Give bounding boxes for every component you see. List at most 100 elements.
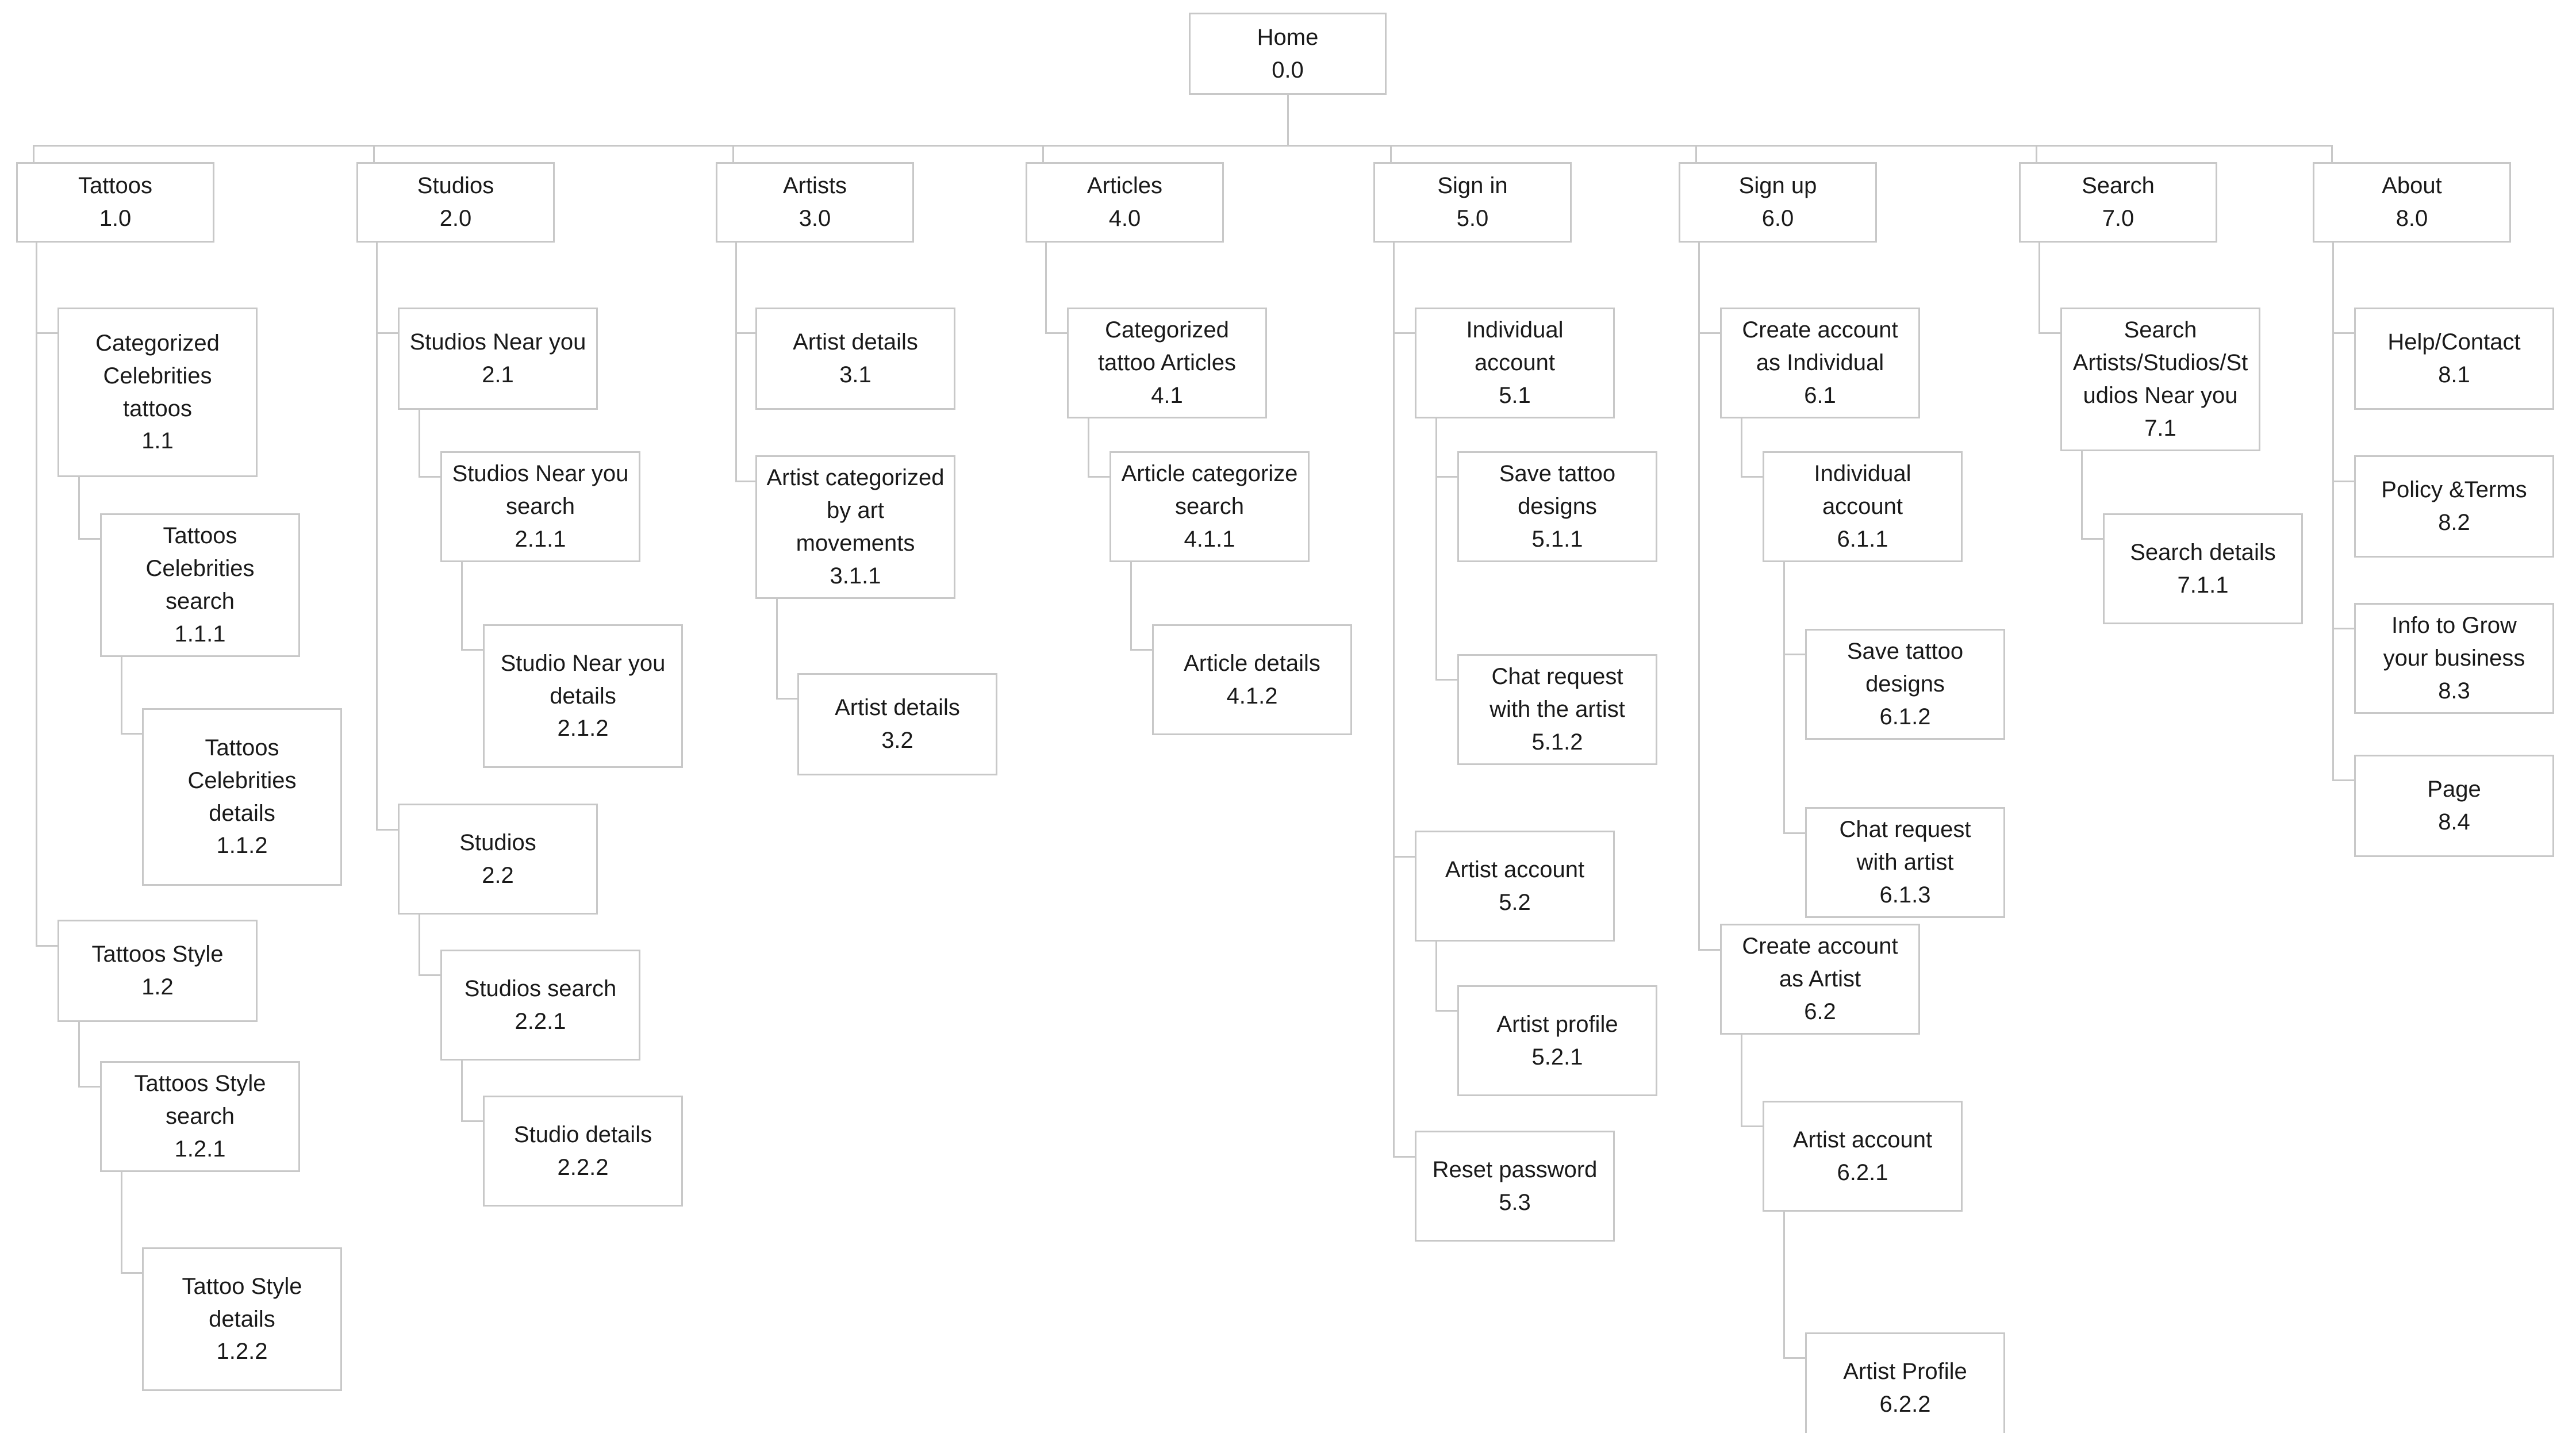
sitemap-node-n3_2[interactable]: Artist details 3.2 xyxy=(797,673,997,775)
node-code: 5.3 xyxy=(1499,1189,1531,1215)
sitemap-node-n1_0[interactable]: Tattoos 1.0 xyxy=(16,162,214,243)
sitemap-node-n5_0[interactable]: Sign in 5.0 xyxy=(1373,162,1572,243)
connector-c5-5_2-v xyxy=(1435,942,1437,1010)
connector-c1-1_1_1-h xyxy=(121,733,142,735)
sitemap-node-n6_1_3[interactable]: Chat request with artist 6.1.3 xyxy=(1805,807,2005,918)
node-label: Tattoos xyxy=(78,173,152,199)
node-code: 6.1.1 xyxy=(1837,526,1888,552)
sitemap-node-n2_1_2[interactable]: Studio Near you details 2.1.2 xyxy=(483,624,683,768)
node-label: Search details xyxy=(2130,539,2276,565)
node-label: Studios Near you xyxy=(409,329,586,355)
node-code: 8.2 xyxy=(2438,510,2470,535)
node-label: Save tattoo designs xyxy=(1499,461,1616,520)
node-code: 1.1 xyxy=(141,428,174,454)
node-code: 2.2.1 xyxy=(515,1008,566,1034)
node-code: 6.0 xyxy=(1761,206,1794,231)
sitemap-node-n1_1_2[interactable]: Tattoos Celebrities details 1.1.2 xyxy=(142,708,342,886)
node-code: 6.2.2 xyxy=(1879,1391,1931,1417)
connector-c6-to-6_2 xyxy=(1698,949,1720,951)
connector-c1-1_1-v xyxy=(78,477,80,538)
sitemap-node-n4_1[interactable]: Categorized tattoo Articles 4.1 xyxy=(1067,308,1267,418)
sitemap-node-n7_1[interactable]: Search Artists/Studios/Studios Near you 7… xyxy=(2060,308,2260,451)
sitemap-node-n7_0[interactable]: Search 7.0 xyxy=(2019,162,2217,243)
node-code: 5.2.1 xyxy=(1531,1044,1583,1070)
connector-c4-4_1_1-h xyxy=(1130,649,1152,651)
sitemap-node-n8_1[interactable]: Help/Contact 8.1 xyxy=(2354,308,2554,410)
connector-c1-1_2_1-v xyxy=(121,1172,122,1272)
connector-c7-to-7_1 xyxy=(2038,332,2060,334)
connector-c2-2_2_1-h xyxy=(461,1120,483,1122)
sitemap-node-n4_1_1[interactable]: Article categorize search 4.1.1 xyxy=(1110,451,1310,562)
sitemap-node-n6_2_1[interactable]: Artist account 6.2.1 xyxy=(1763,1101,1963,1212)
connector-c5-5_1-v xyxy=(1435,418,1437,679)
sitemap-node-n8_0[interactable]: About 8.0 xyxy=(2313,162,2511,243)
sitemap-node-n6_1_2[interactable]: Save tattoo designs 6.1.2 xyxy=(1805,629,2005,740)
connector-c1-to-1_1 xyxy=(36,332,57,334)
node-label: Article details xyxy=(1184,650,1320,676)
connector-c2-spine xyxy=(376,243,378,829)
node-label: Tattoos Celebrities search xyxy=(145,523,255,614)
node-label: Page xyxy=(2427,777,2481,802)
sitemap-node-n5_1_2[interactable]: Chat request with the artist 5.1.2 xyxy=(1457,654,1657,765)
sitemap-node-n2_2_1[interactable]: Studios search 2.2.1 xyxy=(440,950,640,1061)
sitemap-node-n5_3[interactable]: Reset password 5.3 xyxy=(1415,1131,1615,1242)
sitemap-node-n5_2[interactable]: Artist account 5.2 xyxy=(1415,831,1615,942)
sitemap-node-n2_1_1[interactable]: Studios Near you search 2.1.1 xyxy=(440,451,640,562)
sitemap-node-n4_0[interactable]: Articles 4.0 xyxy=(1026,162,1224,243)
sitemap-node-n1_2_2[interactable]: Tattoo Style details 1.2.2 xyxy=(142,1247,342,1391)
sitemap-node-home[interactable]: Home 0.0 xyxy=(1189,13,1387,95)
sitemap-node-n5_1_1[interactable]: Save tattoo designs 5.1.1 xyxy=(1457,451,1657,562)
node-label: Tattoo Style details xyxy=(182,1273,302,1332)
node-code: 2.1.2 xyxy=(557,716,609,742)
sitemap-node-n1_1[interactable]: Categorized Celebrities tattoos 1.1 xyxy=(57,308,258,477)
node-label: Articles xyxy=(1087,173,1163,199)
sitemap-node-n4_1_2[interactable]: Article details 4.1.2 xyxy=(1152,624,1352,735)
node-label: Artist details xyxy=(835,695,960,721)
sitemap-node-n6_0[interactable]: Sign up 6.0 xyxy=(1679,162,1877,243)
node-label: Search xyxy=(2082,173,2155,199)
node-code: 1.0 xyxy=(99,206,132,231)
sitemap-node-n8_2[interactable]: Policy &Terms 8.2 xyxy=(2354,455,2554,558)
sitemap-node-n2_1[interactable]: Studios Near you 2.1 xyxy=(398,308,598,410)
sitemap-node-n1_2_1[interactable]: Tattoos Style search 1.2.1 xyxy=(100,1061,300,1172)
sitemap-node-n6_2_2[interactable]: Artist Profile 6.2.2 xyxy=(1805,1332,2005,1433)
node-code: 2.1 xyxy=(482,362,514,387)
node-label: Search Artists/Studios/Studios Near you xyxy=(2072,317,2248,408)
node-code: 6.1.3 xyxy=(1879,882,1931,908)
sitemap-node-n3_0[interactable]: Artists 3.0 xyxy=(716,162,914,243)
sitemap-node-n5_2_1[interactable]: Artist profile 5.2.1 xyxy=(1457,985,1657,1096)
sitemap-node-n6_2[interactable]: Create account as Artist 6.2 xyxy=(1720,924,1920,1035)
sitemap-node-n2_0[interactable]: Studios 2.0 xyxy=(356,162,555,243)
node-code: 5.1.1 xyxy=(1531,526,1583,552)
sitemap-node-n7_1_1[interactable]: Search details 7.1.1 xyxy=(2103,513,2303,624)
connector-bus-drop-2 xyxy=(373,145,375,162)
node-label: Categorized tattoo Articles xyxy=(1097,317,1237,376)
node-label: Create account as Individual xyxy=(1742,317,1898,376)
sitemap-node-n2_2[interactable]: Studios 2.2 xyxy=(398,804,598,915)
connector-c6-6_2-v xyxy=(1741,1035,1742,1125)
sitemap-node-n1_1_1[interactable]: Tattoos Celebrities search 1.1.1 xyxy=(100,513,300,657)
sitemap-node-n6_1[interactable]: Create account as Individual 6.1 xyxy=(1720,308,1920,418)
node-code: 1.2.1 xyxy=(174,1136,226,1162)
sitemap-node-n8_4[interactable]: Page 8.4 xyxy=(2354,755,2554,857)
sitemap-canvas: Home 0.0 Tattoos 1.0 Categorized Celebrities… xyxy=(0,0,2576,1433)
sitemap-node-n5_1[interactable]: Individual account 5.1 xyxy=(1415,308,1615,418)
node-label: Studio Near you details xyxy=(500,650,666,709)
sitemap-node-n2_2_2[interactable]: Studio details 2.2.2 xyxy=(483,1096,683,1207)
node-label: Artist account xyxy=(1445,856,1585,882)
node-code: 2.0 xyxy=(439,206,472,231)
sitemap-node-n8_3[interactable]: Info to Grow your business 8.3 xyxy=(2354,603,2554,714)
sitemap-node-n6_1_1[interactable]: Individual account 6.1.1 xyxy=(1763,451,1963,562)
connector-c3-to-3_1 xyxy=(735,332,755,334)
sitemap-node-n1_2[interactable]: Tattoos Style 1.2 xyxy=(57,920,258,1022)
sitemap-node-n3_1[interactable]: Artist details 3.1 xyxy=(755,308,955,410)
node-code: 6.1.2 xyxy=(1879,704,1931,729)
connector-c6-to-6_1 xyxy=(1698,332,1720,334)
node-code: 4.1 xyxy=(1151,382,1183,408)
node-label: Chat request with artist xyxy=(1839,817,1971,875)
connector-c5-to-5_3 xyxy=(1393,1156,1415,1158)
node-code: 4.0 xyxy=(1108,206,1141,231)
node-code: 6.2 xyxy=(1804,998,1836,1024)
sitemap-node-n3_1_1[interactable]: Artist categorized by art movements 3.1.1 xyxy=(755,455,955,599)
node-label: Studios xyxy=(417,173,494,199)
